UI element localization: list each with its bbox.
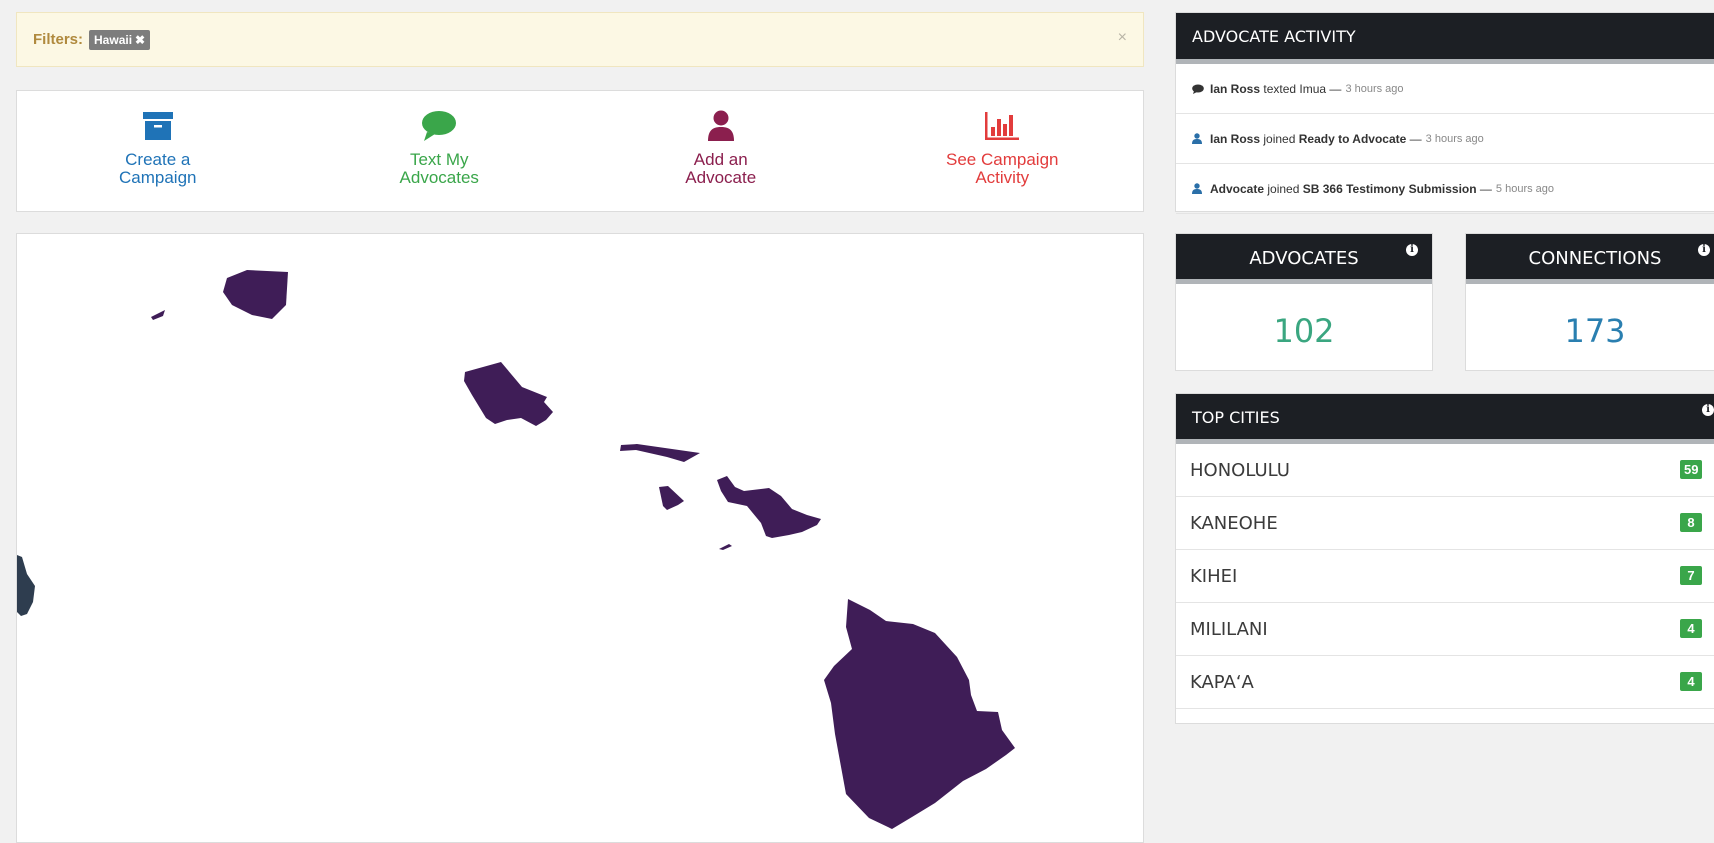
activity-time: 3 hours ago xyxy=(1345,82,1404,95)
info-icon[interactable]: i xyxy=(1698,244,1710,256)
advocates-count: 102 xyxy=(1273,312,1335,350)
city-row[interactable]: KANEOHE 8 xyxy=(1176,497,1714,550)
advocates-stat-card: ADVOCATES i 102 xyxy=(1175,233,1433,371)
island-niihau xyxy=(151,310,165,320)
close-filters-button[interactable]: × xyxy=(1118,29,1127,47)
advocate-map[interactable] xyxy=(16,233,1144,843)
mainland-fragment xyxy=(17,555,35,616)
create-campaign-button[interactable]: Create a Campaign xyxy=(17,91,299,211)
activity-time: 3 hours ago xyxy=(1425,132,1484,145)
activity-target: Imua xyxy=(1299,81,1327,96)
activity-actor[interactable]: Advocate xyxy=(1210,182,1264,196)
city-count-badge: 8 xyxy=(1680,513,1702,532)
activity-target[interactable]: SB 366 Testimony Submission xyxy=(1303,182,1477,196)
city-count-badge: 4 xyxy=(1680,672,1702,691)
activity-time: 5 hours ago xyxy=(1495,182,1555,195)
island-hawaii xyxy=(824,599,1015,829)
info-icon[interactable]: i xyxy=(1702,404,1714,416)
info-icon[interactable]: i xyxy=(1406,244,1418,256)
island-oahu xyxy=(464,362,553,426)
campaign-activity-label: See Campaign Activity xyxy=(946,150,1059,187)
filters-bar: Filters: Hawaii ✖ × xyxy=(16,12,1144,67)
island-molokai xyxy=(620,444,700,462)
top-cities-title: TOP CITIES i xyxy=(1176,394,1714,444)
connections-title: CONNECTIONS i xyxy=(1466,234,1714,284)
archive-box-icon xyxy=(140,109,176,143)
city-count-badge: 59 xyxy=(1680,460,1703,479)
filters-label: Filters: xyxy=(33,31,84,48)
add-advocate-button[interactable]: Add an Advocate xyxy=(580,91,862,211)
activity-item[interactable]: Ian Ross joined Ready to Advocate —3 hou… xyxy=(1176,114,1714,164)
island-kahoolawe xyxy=(719,544,732,550)
activity-verb: texted xyxy=(1263,81,1297,96)
comment-icon xyxy=(1192,84,1206,94)
connections-stat-card: CONNECTIONS i 173 xyxy=(1465,233,1714,371)
city-row[interactable]: MILILANI 4 xyxy=(1176,603,1714,656)
activity-actor[interactable]: Ian Ross xyxy=(1210,132,1260,146)
hawaii-map xyxy=(17,270,1015,829)
text-advocates-button[interactable]: Text My Advocates xyxy=(299,91,581,211)
city-count-badge: 7 xyxy=(1680,566,1702,585)
city-row[interactable]: KAPA‘A 4 xyxy=(1176,656,1714,709)
activity-verb: joined xyxy=(1263,131,1296,146)
activity-item[interactable]: Advocate joined SB 366 Testimony Submiss… xyxy=(1176,164,1714,214)
city-count-badge: 4 xyxy=(1680,619,1702,638)
remove-filter-icon[interactable]: ✖ xyxy=(135,33,145,47)
connections-count: 173 xyxy=(1564,312,1626,350)
user-icon xyxy=(1192,133,1206,144)
quick-actions-panel: Create a Campaign Text My Advocates Add … xyxy=(16,90,1144,212)
island-lanai xyxy=(659,486,684,510)
text-advocates-label: Text My Advocates xyxy=(399,150,479,187)
advocate-activity-panel: ADVOCATE ACTIVITY Ian Ross texted Imua —… xyxy=(1175,12,1714,214)
advocates-title: ADVOCATES i xyxy=(1176,234,1432,284)
advocates-title-text: ADVOCATES xyxy=(1249,248,1359,269)
city-name: KANEOHE xyxy=(1190,512,1278,534)
chat-bubble-icon xyxy=(421,109,457,143)
island-kauai xyxy=(223,270,288,319)
island-maui xyxy=(717,476,821,538)
filter-chip-hawaii[interactable]: Hawaii ✖ xyxy=(89,29,151,50)
city-name: KIHEI xyxy=(1190,565,1238,587)
create-campaign-label: Create a Campaign xyxy=(119,150,197,187)
activity-actor[interactable]: Ian Ross xyxy=(1210,82,1260,96)
activity-title: ADVOCATE ACTIVITY xyxy=(1176,13,1714,64)
city-name: MILILANI xyxy=(1190,618,1268,640)
user-icon xyxy=(1192,183,1206,194)
top-cities-panel: TOP CITIES i HONOLULU 59 KANEOHE 8 KIHEI… xyxy=(1175,393,1714,724)
connections-title-text: CONNECTIONS xyxy=(1528,248,1662,269)
activity-target[interactable]: Ready to Advocate xyxy=(1299,132,1407,146)
user-icon xyxy=(703,109,739,143)
city-row[interactable]: HONOLULU 59 xyxy=(1176,444,1714,497)
top-cities-title-text: TOP CITIES xyxy=(1192,408,1280,427)
filter-chip-label: Hawaii xyxy=(94,32,133,47)
city-name: KAPA‘A xyxy=(1190,671,1254,693)
city-row[interactable]: KIHEI 7 xyxy=(1176,550,1714,603)
city-name: HONOLULU xyxy=(1190,459,1290,481)
bar-chart-icon xyxy=(984,109,1020,143)
activity-item[interactable]: Ian Ross texted Imua —3 hours ago xyxy=(1176,64,1714,114)
activity-verb: joined xyxy=(1267,181,1300,196)
add-advocate-label: Add an Advocate xyxy=(685,150,757,187)
campaign-activity-button[interactable]: See Campaign Activity xyxy=(862,91,1144,211)
